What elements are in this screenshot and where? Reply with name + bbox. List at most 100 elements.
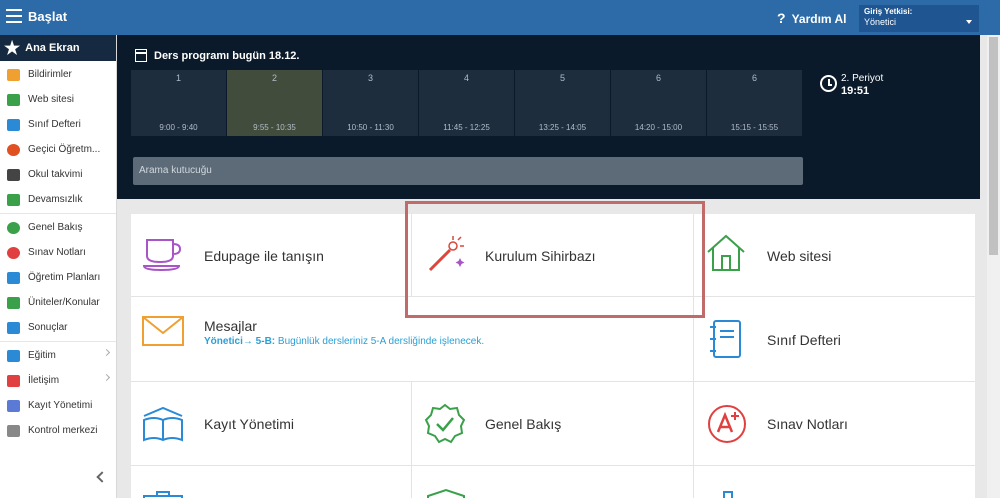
period-number: 6: [751, 73, 757, 83]
login-role-value: Yönetici: [864, 17, 897, 27]
tile-label: Mesajlar: [204, 318, 257, 334]
sidebar-item-label: Ana Ekran: [25, 42, 80, 54]
dashboard-tiles: Edupage ile tanışın Kurulum Sihirbazı We…: [131, 214, 975, 498]
scrollbar[interactable]: [987, 35, 1000, 498]
tile-label: Sınıf Defteri: [767, 332, 841, 348]
search-input[interactable]: Arama kutucuğu: [133, 157, 803, 185]
bar-chart-icon: [7, 321, 20, 334]
period-cell[interactable]: 4 11:45 - 12:25: [419, 70, 514, 136]
period-cell[interactable]: 1 9:00 - 9:40: [131, 70, 226, 136]
sidebar-item-label: Sınav Notları: [28, 247, 86, 258]
sidebar-item-home[interactable]: ★ Ana Ekran: [0, 35, 116, 61]
app-title[interactable]: Başlat: [28, 9, 67, 24]
tile-exam-grades[interactable]: Sınav Notları: [694, 382, 975, 466]
star-icon: ★: [4, 38, 21, 58]
sidebar-item-label: Bildirimler: [28, 69, 72, 80]
shield-icon: [427, 488, 465, 498]
period-cell[interactable]: 2 9:55 - 10:35: [227, 70, 322, 136]
sidebar-item-group1-3[interactable]: Geçici Öğretm...: [0, 137, 116, 162]
calendar-icon: [135, 49, 147, 62]
sidebar-item-group1-5[interactable]: Devamsızlık: [0, 187, 116, 212]
sidebar-item-label: Kontrol merkezi: [28, 425, 98, 436]
education-icon: [7, 349, 20, 362]
period-number: 4: [463, 73, 469, 83]
sidebar-item-label: Web sitesi: [28, 94, 74, 105]
period-cell[interactable]: 5 13:25 - 14:05: [515, 70, 610, 136]
tile-partial-2[interactable]: [412, 466, 694, 498]
period-time: 11:45 - 12:25: [443, 123, 490, 132]
sidebar-item-group1-4[interactable]: Okul takvimi: [0, 162, 116, 187]
sidebar-item-group1-0[interactable]: Bildirimler: [0, 62, 116, 87]
hamburger-menu-icon[interactable]: [6, 9, 22, 23]
cup-icon: [143, 239, 182, 272]
chat-icon: [7, 374, 20, 387]
message-preview[interactable]: Yönetici→ 5-B: Bugünlük dersleriniz 5-A …: [204, 336, 484, 347]
tile-website[interactable]: Web sitesi: [694, 214, 975, 297]
period-time: 9:55 - 10:35: [253, 123, 296, 132]
top-bar: Başlat ? Yardım Al Giriş Yetkisi: Yönetic…: [0, 0, 1000, 35]
sidebar-item-group2-1[interactable]: Sınav Notları: [0, 240, 116, 265]
book-icon: [143, 406, 183, 442]
tile-messages[interactable]: Mesajlar Yönetici→ 5-B: Bugünlük dersler…: [131, 297, 694, 382]
collapse-sidebar-icon[interactable]: [96, 471, 108, 483]
period-cell[interactable]: 6 14:20 - 15:00: [611, 70, 706, 136]
tile-class-register[interactable]: Sınıf Defteri: [694, 297, 975, 382]
tile-edupage-intro[interactable]: Edupage ile tanışın: [131, 214, 412, 297]
tile-overview[interactable]: Genel Bakış: [412, 382, 694, 466]
sidebar-group-2: Genel Bakış Sınav Notları Öğretim Planları…: [0, 214, 116, 342]
sidebar-item-group2-2[interactable]: Öğretim Planları: [0, 265, 116, 290]
tile-label: Edupage ile tanışın: [204, 248, 324, 264]
help-label: Yardım Al: [791, 12, 847, 26]
grade-icon: [7, 246, 20, 259]
period-time: 13:25 - 14:05: [538, 123, 587, 132]
message-text: Bugünlük dersleriniz 5-A dersliğinde işl…: [275, 336, 485, 347]
period-number: 1: [175, 73, 181, 83]
sidebar-item-label: Üniteler/Konular: [28, 297, 100, 308]
period-cell[interactable]: 6 15:15 - 15:55: [707, 70, 802, 136]
sidebar-item-label: Sınıf Defteri: [28, 119, 81, 130]
period-number: 3: [367, 73, 373, 83]
schedule-heading: Ders programı bugün 18.12.: [135, 49, 299, 62]
period-number: 2: [271, 73, 277, 83]
check-badge-icon: [424, 403, 466, 444]
gear-icon: [7, 424, 20, 437]
tile-registration[interactable]: Kayıt Yönetimi: [131, 382, 412, 466]
briefcase-icon: [143, 491, 183, 498]
tile-partial-1[interactable]: [131, 466, 412, 498]
period-cell[interactable]: 3 10:50 - 11:30: [323, 70, 418, 136]
sidebar-item-group1-2[interactable]: Sınıf Defteri: [0, 112, 116, 137]
tile-partial-3[interactable]: [694, 466, 975, 498]
sidebar-item-group3-1[interactable]: İletişim: [0, 368, 116, 393]
sidebar: ★ Ana Ekran Bildirimler Web sitesi Sınıf De…: [0, 35, 117, 498]
sidebar-item-group2-0[interactable]: Genel Bakış: [0, 215, 116, 240]
sidebar-item-group2-4[interactable]: Sonuçlar: [0, 315, 116, 340]
question-icon: ?: [777, 10, 786, 26]
login-role-label: Giriş Yetkisi:: [864, 7, 913, 16]
scrollbar-thumb[interactable]: [989, 37, 998, 255]
tile-setup-wizard[interactable]: Kurulum Sihirbazı: [412, 214, 694, 297]
calendar-icon: [7, 168, 20, 181]
tile-label: Kayıt Yönetimi: [204, 416, 295, 432]
period-list: 1 9:00 - 9:40 2 9:55 - 10:35 3 10:50 - 11:30 4…: [131, 70, 803, 136]
chevron-right-icon: [102, 373, 111, 382]
sidebar-group-3: Eğitim İletişim Kayıt Yönetimi Kontrol merk…: [0, 342, 116, 444]
period-time: 15:15 - 15:55: [730, 123, 779, 132]
attendance-icon: [7, 193, 20, 206]
grade-icon: [708, 405, 746, 443]
sidebar-item-group2-3[interactable]: Üniteler/Konular: [0, 290, 116, 315]
check-circle-icon: [7, 221, 20, 234]
pen-icon: [7, 399, 20, 412]
notebook-icon: [710, 320, 741, 358]
period-time: 10:50 - 11:30: [347, 123, 394, 132]
sidebar-item-label: Sonuçlar: [28, 322, 68, 333]
sidebar-item-group1-1[interactable]: Web sitesi: [0, 87, 116, 112]
sidebar-item-group3-3[interactable]: Kontrol merkezi: [0, 418, 116, 443]
current-period: 2. Periyot: [841, 73, 884, 84]
person-icon: [7, 143, 20, 156]
login-role-select[interactable]: Giriş Yetkisi: Yönetici: [859, 5, 979, 32]
sidebar-item-group3-2[interactable]: Kayıt Yönetimi: [0, 393, 116, 418]
help-button[interactable]: ? Yardım Al: [777, 10, 846, 26]
sidebar-item-group3-0[interactable]: Eğitim: [0, 343, 116, 368]
message-sender: Yönetici→ 5-B:: [204, 336, 276, 347]
sidebar-item-label: Okul takvimi: [28, 169, 83, 180]
